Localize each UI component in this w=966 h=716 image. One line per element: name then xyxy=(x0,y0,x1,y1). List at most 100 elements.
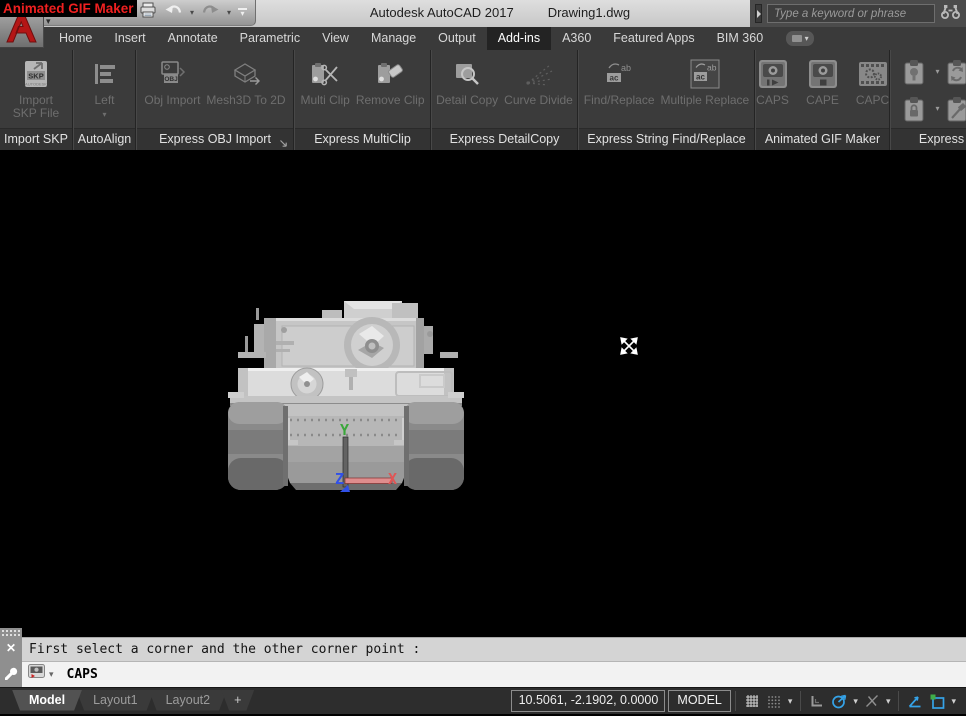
curve-divide-icon xyxy=(522,56,556,92)
tab-add-ins[interactable]: Add-ins xyxy=(487,27,551,50)
tab-insert[interactable]: Insert xyxy=(103,27,156,50)
polar-caret-icon[interactable]: ▾ xyxy=(851,696,860,707)
panel-label-import-skp: Import SKP xyxy=(0,128,72,150)
button-obj-import[interactable]: OBJ Obj Import xyxy=(141,55,203,108)
object-snap-icon[interactable] xyxy=(927,691,947,711)
tab-a360[interactable]: A360 xyxy=(551,27,602,50)
tab-output[interactable]: Output xyxy=(427,27,487,50)
button-mesh3d-to-2d[interactable]: Mesh3D To 2D xyxy=(203,55,288,108)
svg-text:OBJ: OBJ xyxy=(165,76,179,83)
button-clipboard-recycle[interactable] xyxy=(944,57,966,87)
dropdown-caret-icon[interactable]: ▾ xyxy=(931,67,944,76)
snap-caret-icon[interactable]: ▾ xyxy=(786,696,795,707)
ribbon-display-toggle-button[interactable]: ▾ xyxy=(786,31,814,46)
button-clipboard-bulb[interactable] xyxy=(901,57,927,87)
clipboard-recycle-icon xyxy=(945,58,966,86)
isodraft-icon[interactable] xyxy=(862,691,882,711)
redo-icon[interactable] xyxy=(201,3,220,22)
layout-tab-layout2[interactable]: Layout2 xyxy=(149,690,227,711)
command-window: ✕ First select a corner and the other co… xyxy=(0,628,966,687)
detail-copy-icon xyxy=(452,56,482,92)
button-find-replace[interactable]: abacFind/Replace xyxy=(581,55,658,108)
tooltip-text: Animated GIF Maker xyxy=(3,1,134,16)
panel-body-express-obj-import: OBJ Obj Import Mesh3D To 2D xyxy=(137,50,293,128)
button-remove-clip[interactable]: Remove Clip xyxy=(353,55,428,108)
panel-express-detailcopy: Detail Copy Curve Divide Express DetailCop… xyxy=(431,50,578,150)
tab-featured-apps[interactable]: Featured Apps xyxy=(602,27,705,50)
ribbon-display-caret-icon: ▾ xyxy=(805,34,809,43)
panel-express-string-find-replace: abacFind/ReplaceabacMultiple ReplaceExpr… xyxy=(578,50,755,150)
wrench-icon[interactable] xyxy=(3,666,19,687)
button-label: Multiple Replace xyxy=(661,94,750,107)
new-layout-button[interactable]: + xyxy=(221,690,254,711)
panel-import-skp: SKPAUTODESKImportSKP File Import SKP xyxy=(0,50,73,150)
clipboard-tools-icon xyxy=(945,95,966,123)
isodraft-caret-icon[interactable]: ▾ xyxy=(884,696,893,707)
command-input-row[interactable]: ▾ CAPS xyxy=(22,662,966,687)
button-clipboard-lock[interactable] xyxy=(901,94,927,124)
osnap-caret-icon[interactable]: ▾ xyxy=(949,696,958,707)
button-curve-divide[interactable]: Curve Divide xyxy=(501,55,576,108)
command-window-grip[interactable] xyxy=(1,629,21,637)
button-import-skp-file[interactable]: SKPAUTODESKImportSKP File xyxy=(10,55,62,121)
tab-view[interactable]: View xyxy=(311,27,360,50)
button-label: Obj Import xyxy=(144,94,200,107)
osnap-group: ▾ xyxy=(903,691,960,711)
button-caps[interactable]: CAPS xyxy=(748,55,798,108)
help-search-panel xyxy=(750,0,966,27)
tab-manage[interactable]: Manage xyxy=(360,27,427,50)
printer-icon[interactable] xyxy=(139,2,157,23)
drawing-canvas[interactable]: Y Z X xyxy=(0,150,966,628)
model-space-button[interactable]: MODEL xyxy=(668,690,730,712)
tab-annotate[interactable]: Annotate xyxy=(157,27,229,50)
binoculars-icon[interactable] xyxy=(940,4,961,24)
panel-launcher-icon[interactable] xyxy=(279,134,288,150)
align-left-icon xyxy=(91,56,119,92)
button-left[interactable]: Left▾ xyxy=(80,55,130,122)
command-input-value[interactable]: CAPS xyxy=(67,667,98,682)
ortho-icon[interactable] xyxy=(807,691,827,711)
panel-label-animated-gif-maker: Animated GIF Maker xyxy=(756,128,889,150)
button-label: CAPC xyxy=(856,94,889,107)
tab-parametric[interactable]: Parametric xyxy=(229,27,311,50)
button-clipboard-tools[interactable] xyxy=(944,94,966,124)
status-separator xyxy=(735,691,736,711)
panel-label-express-detailcopy: Express DetailCopy xyxy=(432,128,577,150)
button-label: Curve Divide xyxy=(504,94,573,107)
layout-tab-layout1[interactable]: Layout1 xyxy=(76,690,154,711)
tab-home[interactable]: Home xyxy=(48,27,103,50)
layout-tab-model[interactable]: Model xyxy=(12,690,82,711)
polar-tracking-icon[interactable] xyxy=(829,691,849,711)
tab-bim-360[interactable]: BIM 360 xyxy=(706,27,775,50)
panel-body-autoalign: Left▾ xyxy=(74,50,135,128)
undo-caret-icon[interactable]: ▾ xyxy=(190,8,194,17)
command-dropdown-caret-icon[interactable]: ▾ xyxy=(49,669,54,680)
button-detail-copy[interactable]: Detail Copy xyxy=(433,55,501,108)
svg-text:ab: ab xyxy=(621,63,631,73)
application-menu-caret-icon[interactable]: ▾ xyxy=(46,16,51,27)
ucs-y-label: Y xyxy=(340,421,349,439)
grid-icon[interactable] xyxy=(742,691,762,711)
caps-record-icon xyxy=(757,56,789,92)
panel-body-express-clipboard: ▾▾ xyxy=(891,50,966,128)
button-multiple-replace[interactable]: abacMultiple Replace xyxy=(658,55,753,108)
search-expand-icon[interactable] xyxy=(755,4,762,23)
object-snap-tracking-icon[interactable] xyxy=(905,691,925,711)
button-multi-clip[interactable]: Multi Clip xyxy=(297,55,352,108)
button-label: Detail Copy xyxy=(436,94,498,107)
snap-icon[interactable] xyxy=(764,691,784,711)
panel-label-autoalign: AutoAlign xyxy=(74,128,135,150)
search-input[interactable] xyxy=(767,4,935,23)
button-label: Mesh3D To 2D xyxy=(206,94,285,107)
redo-caret-icon[interactable]: ▾ xyxy=(227,8,231,17)
close-icon[interactable]: ✕ xyxy=(0,641,22,655)
caps-command-icon[interactable] xyxy=(28,664,45,685)
button-cape[interactable]: CAPE xyxy=(798,55,848,108)
panel-body-express-string-find-replace: abacFind/ReplaceabacMultiple Replace xyxy=(579,50,754,128)
customize-quick-access-icon[interactable]: ▾ xyxy=(238,8,247,17)
button-label: ImportSKP File xyxy=(13,94,59,120)
dropdown-caret-icon[interactable]: ▾ xyxy=(931,104,944,113)
panel-autoalign: Left▾ AutoAlign xyxy=(73,50,136,150)
panel-label-express-string-find-replace: Express String Find/Replace xyxy=(579,128,754,150)
undo-icon[interactable] xyxy=(164,3,183,22)
